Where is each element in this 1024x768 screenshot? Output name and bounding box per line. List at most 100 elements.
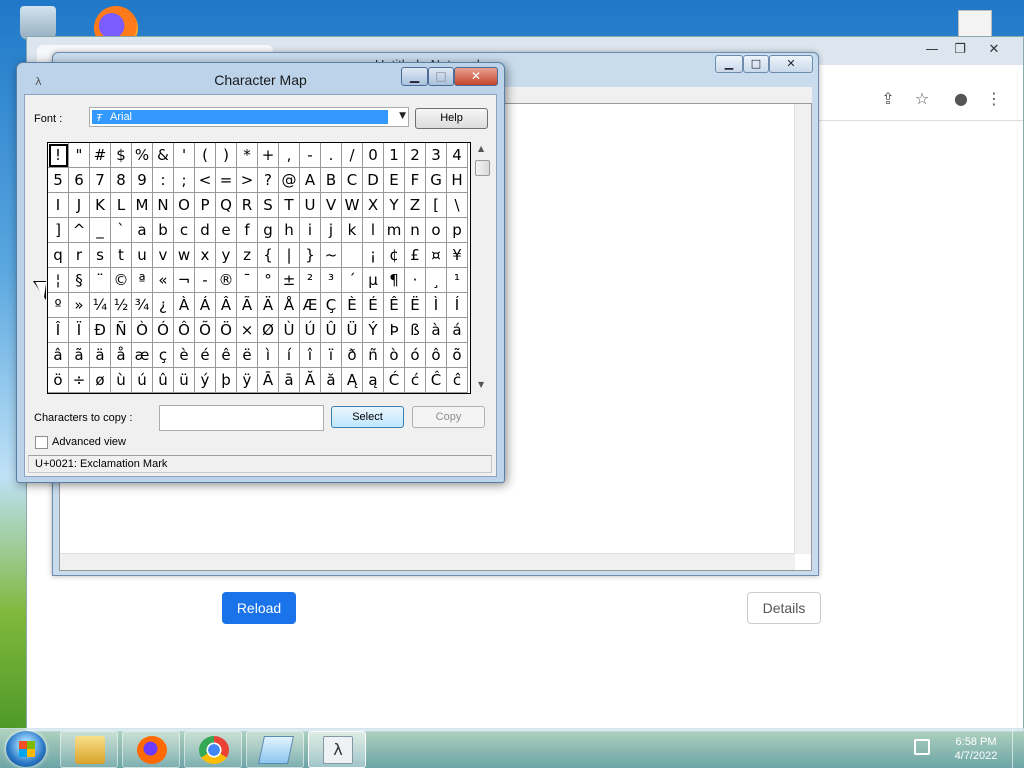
- character-cell[interactable]: ÷: [69, 368, 90, 393]
- notepad-horizontal-scrollbar[interactable]: [60, 553, 795, 570]
- copy-button[interactable]: Copy: [412, 406, 485, 428]
- character-cell[interactable]: ±: [279, 268, 300, 293]
- character-cell[interactable]: ë: [237, 343, 258, 368]
- character-cell[interactable]: ]: [48, 218, 69, 243]
- character-cell[interactable]: À: [174, 293, 195, 318]
- character-cell[interactable]: ¤: [426, 243, 447, 268]
- character-grid[interactable]: ! " # $% & '() * +, -./0 1 2 3 4 5 6 7 8 9:; < = >? @ A B C D E F G H…: [47, 142, 471, 394]
- character-cell[interactable]: Ý: [363, 318, 384, 343]
- character-cell[interactable]: ă: [321, 368, 342, 393]
- character-cell[interactable]: Á: [195, 293, 216, 318]
- character-cell[interactable]: Ò: [132, 318, 153, 343]
- start-button[interactable]: [6, 731, 46, 767]
- character-cell[interactable]: -: [300, 143, 321, 168]
- character-cell[interactable]: ¹: [447, 268, 468, 293]
- details-button[interactable]: Details: [747, 592, 821, 624]
- character-cell[interactable]: Ø: [258, 318, 279, 343]
- character-cell[interactable]: Ù: [279, 318, 300, 343]
- character-cell[interactable]: H: [447, 168, 468, 193]
- character-cell[interactable]: Ñ: [111, 318, 132, 343]
- character-cell[interactable]: }: [300, 243, 321, 268]
- character-cell[interactable]: ê: [216, 343, 237, 368]
- character-cell[interactable]: F: [405, 168, 426, 193]
- character-cell[interactable]: Å: [279, 293, 300, 318]
- character-cell[interactable]: ²: [300, 268, 321, 293]
- character-cell[interactable]: *: [237, 143, 258, 168]
- character-cell[interactable]: 7: [90, 168, 111, 193]
- character-cell[interactable]: .: [321, 143, 342, 168]
- character-cell[interactable]: i: [300, 218, 321, 243]
- notepad-maximize-icon[interactable]: □: [743, 55, 769, 73]
- character-cell[interactable]: ¼: [90, 293, 111, 318]
- taskbar-chrome[interactable]: [184, 731, 242, 768]
- character-cell[interactable]: A: [300, 168, 321, 193]
- taskbar-firefox[interactable]: [122, 731, 180, 768]
- character-cell[interactable]: Ć: [384, 368, 405, 393]
- character-cell[interactable]: Ú: [300, 318, 321, 343]
- character-cell[interactable]: Ą: [342, 368, 363, 393]
- character-cell[interactable]: g: [258, 218, 279, 243]
- character-cell[interactable]: G: [426, 168, 447, 193]
- character-cell[interactable]: ´: [342, 268, 363, 293]
- character-cell[interactable]: á: [447, 318, 468, 343]
- character-cell[interactable]: ;: [174, 168, 195, 193]
- reload-button[interactable]: Reload: [222, 592, 296, 624]
- character-cell[interactable]: 9: [132, 168, 153, 193]
- character-cell[interactable]: #: [90, 143, 111, 168]
- character-cell[interactable]: Æ: [300, 293, 321, 318]
- character-cell[interactable]: %: [132, 143, 153, 168]
- character-cell[interactable]: Q: [216, 193, 237, 218]
- character-cell[interactable]: ö: [48, 368, 69, 393]
- character-cell[interactable]: í: [279, 343, 300, 368]
- character-cell[interactable]: [: [426, 193, 447, 218]
- character-cell[interactable]: ä: [90, 343, 111, 368]
- character-cell[interactable]: ì: [258, 343, 279, 368]
- character-cell[interactable]: Ê: [384, 293, 405, 318]
- character-cell[interactable]: +: [258, 143, 279, 168]
- character-cell[interactable]: ý: [195, 368, 216, 393]
- character-cell[interactable]: É: [363, 293, 384, 318]
- character-cell[interactable]: ð: [342, 343, 363, 368]
- character-cell[interactable]: ª: [132, 268, 153, 293]
- character-cell[interactable]: :: [153, 168, 174, 193]
- character-cell[interactable]: ¬: [174, 268, 195, 293]
- character-cell[interactable]: û: [153, 368, 174, 393]
- character-cell[interactable]: <: [195, 168, 216, 193]
- character-cell[interactable]: ¦: [48, 268, 69, 293]
- maximize-icon[interactable]: □: [428, 67, 454, 86]
- character-cell[interactable]: ": [69, 143, 90, 168]
- character-cell[interactable]: N: [153, 193, 174, 218]
- character-cell[interactable]: 0: [363, 143, 384, 168]
- character-cell[interactable]: (: [195, 143, 216, 168]
- character-cell[interactable]: °: [258, 268, 279, 293]
- character-cell[interactable]: Õ: [195, 318, 216, 343]
- character-cell[interactable]: ā: [279, 368, 300, 393]
- character-cell[interactable]: ą: [363, 368, 384, 393]
- character-cell[interactable]: m: [384, 218, 405, 243]
- select-button[interactable]: Select: [331, 406, 404, 428]
- character-cell[interactable]: µ: [363, 268, 384, 293]
- character-cell[interactable]: ú: [132, 368, 153, 393]
- character-cell[interactable]: §: [69, 268, 90, 293]
- character-cell[interactable]: /: [342, 143, 363, 168]
- character-cell[interactable]: ¸: [426, 268, 447, 293]
- character-cell[interactable]: =: [216, 168, 237, 193]
- character-cell[interactable]: ç: [153, 343, 174, 368]
- character-cell[interactable]: ·: [405, 268, 426, 293]
- chevron-down-icon[interactable]: ▼: [399, 111, 406, 121]
- restore-icon[interactable]: ❐: [947, 40, 973, 60]
- character-cell[interactable]: K: [90, 193, 111, 218]
- character-cell[interactable]: ï: [321, 343, 342, 368]
- scroll-down-icon[interactable]: ▼: [478, 380, 484, 389]
- character-cell[interactable]: C: [342, 168, 363, 193]
- character-cell[interactable]: ô: [426, 343, 447, 368]
- character-cell[interactable]: 8: [111, 168, 132, 193]
- character-cell[interactable]: [342, 243, 363, 268]
- font-dropdown[interactable]: Ŧ Arial ▼: [89, 107, 409, 127]
- character-cell[interactable]: ³: [321, 268, 342, 293]
- character-cell[interactable]: z: [237, 243, 258, 268]
- taskbar-character-map[interactable]: λ: [308, 731, 366, 768]
- character-cell[interactable]: @: [279, 168, 300, 193]
- character-cell[interactable]: O: [174, 193, 195, 218]
- character-cell[interactable]: Î: [48, 318, 69, 343]
